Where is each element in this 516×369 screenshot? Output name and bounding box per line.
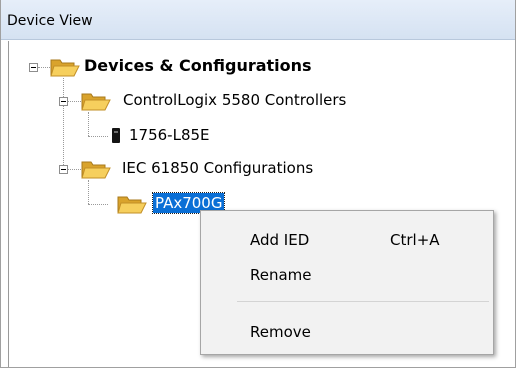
folder-open-icon	[81, 158, 111, 180]
tree-connector	[88, 180, 89, 204]
tree-connector	[67, 169, 81, 170]
tree-node-label: 1756-L85E	[129, 126, 210, 144]
menu-item-label: Rename	[250, 266, 312, 284]
folder-open-icon	[117, 193, 147, 215]
folder-open-icon	[50, 56, 80, 78]
tree-connector	[67, 101, 81, 102]
tree-connector	[88, 136, 108, 137]
panel-header: Device View	[1, 0, 515, 40]
collapse-icon[interactable]	[59, 97, 68, 106]
panel-title: Device View	[7, 13, 93, 29]
context-menu: Add IED Ctrl+A Rename Remove	[200, 210, 494, 355]
collapse-icon[interactable]	[29, 63, 38, 72]
menu-item-label: Add IED	[250, 231, 310, 249]
collapse-icon[interactable]	[59, 165, 68, 174]
tree-connector	[88, 204, 108, 205]
tree-connector	[88, 112, 89, 136]
tree-node-label: IEC 61850 Configurations	[122, 159, 314, 177]
menu-item-shortcut: Ctrl+A	[390, 231, 440, 249]
menu-item-add-ied[interactable]: Add IED Ctrl+A	[202, 223, 492, 257]
tree-connector	[63, 78, 64, 173]
panel-left-border	[8, 41, 9, 367]
controller-module-icon	[112, 128, 120, 143]
folder-open-icon	[81, 90, 111, 112]
menu-item-label: Remove	[250, 323, 311, 341]
menu-separator	[237, 301, 489, 302]
tree-node-label: Devices & Configurations	[84, 56, 312, 75]
tree-node-label: ControlLogix 5580 Controllers	[123, 91, 347, 109]
tree-connector	[38, 67, 50, 68]
menu-item-remove[interactable]: Remove	[202, 315, 492, 349]
menu-item-rename[interactable]: Rename	[202, 258, 492, 292]
